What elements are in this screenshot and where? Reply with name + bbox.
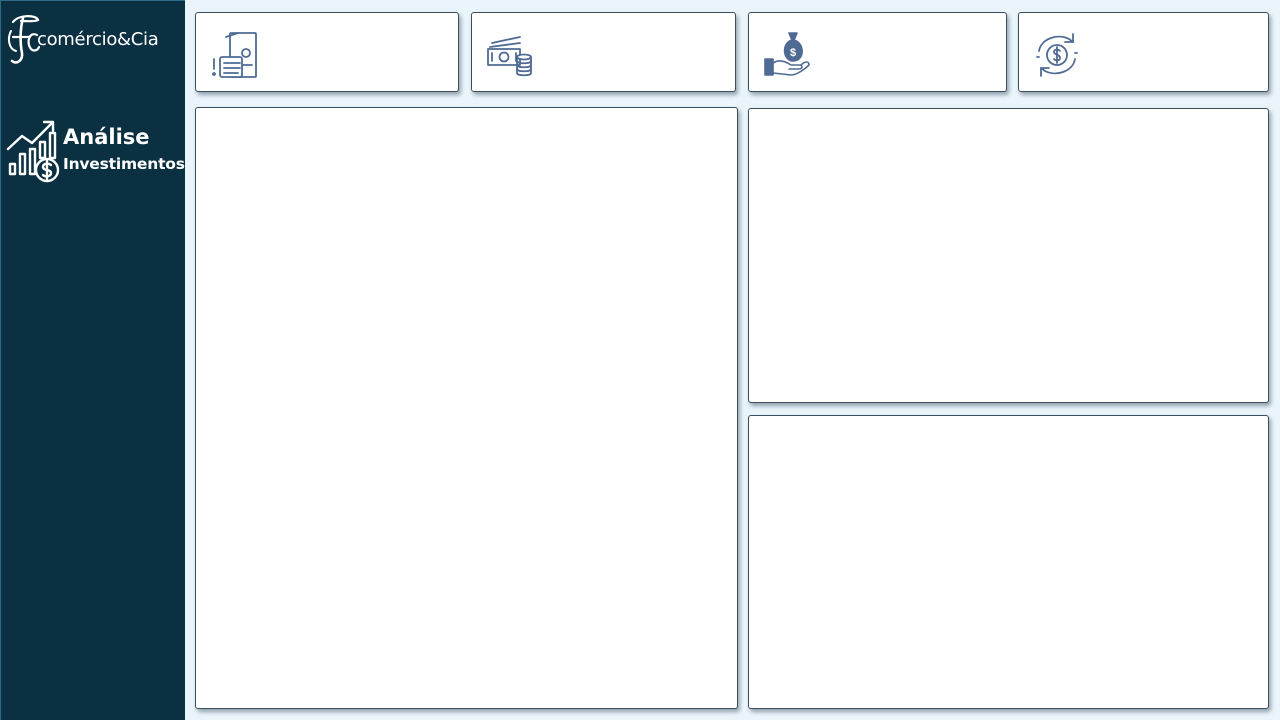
section-subtitle: Investimentos [63, 155, 185, 173]
kpi-card-4[interactable] [1018, 12, 1269, 92]
fc-monogram-icon [7, 15, 41, 64]
kpi-card-2[interactable] [471, 12, 736, 92]
sidebar: comércio&Cia Análise Investimentos [0, 0, 185, 720]
brand-logo: comércio&Cia [7, 13, 183, 69]
money-bag-hand-icon: $ [764, 32, 810, 76]
brand-name: comércio&Cia [37, 29, 159, 50]
dollar-cycle-icon [1036, 33, 1078, 77]
investment-growth-icon [6, 120, 60, 183]
kpi-card-3[interactable]: $ [748, 12, 1007, 92]
section-header: Análise Investimentos [6, 119, 186, 185]
panel-left [195, 107, 738, 709]
cash-coins-icon [487, 36, 532, 77]
kpi-card-1[interactable] [195, 12, 459, 92]
panel-bottom-right [748, 415, 1269, 709]
panel-top-right [748, 108, 1269, 403]
money-hand-alert-icon [212, 32, 257, 78]
section-title: Análise [63, 125, 150, 149]
svg-text:$: $ [790, 47, 796, 59]
